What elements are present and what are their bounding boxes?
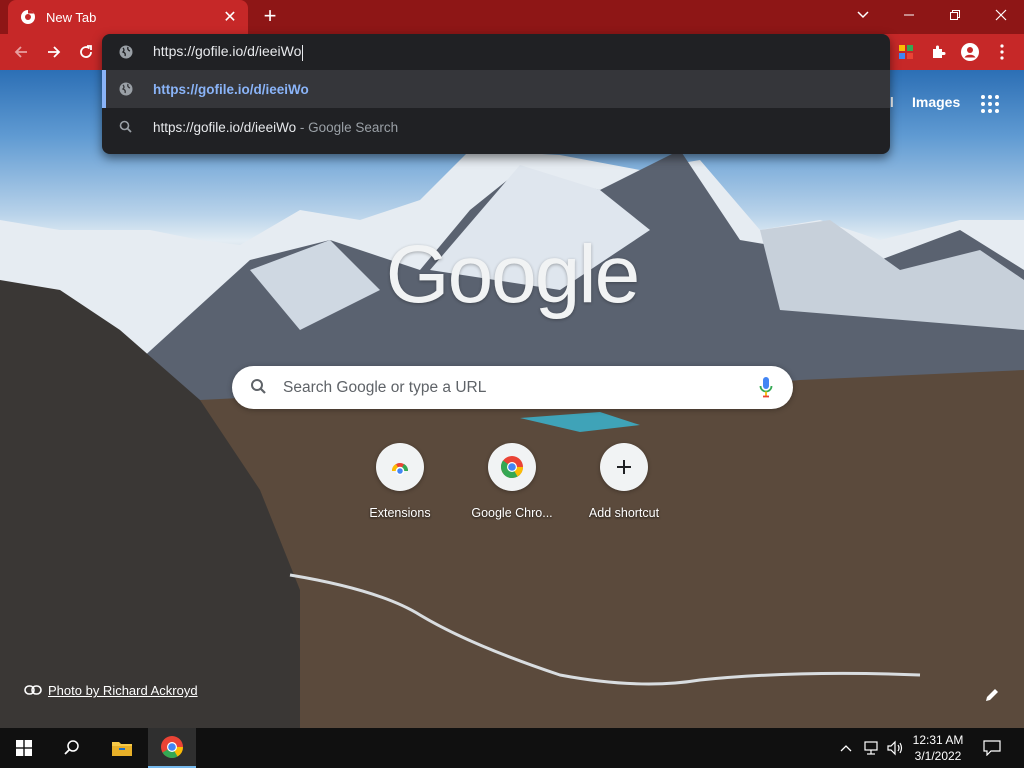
window-close-icon[interactable] [978,0,1024,30]
photo-credit-link[interactable]: Photo by Richard Ackroyd [48,683,198,698]
photo-credit: Photo by Richard Ackroyd [24,683,198,698]
windows-start-icon[interactable] [0,728,48,768]
minimize-icon[interactable] [886,0,932,30]
shortcut-label: Add shortcut [588,506,660,520]
search-icon [118,119,134,135]
text-caret [302,44,304,61]
volume-icon[interactable] [884,728,906,768]
reload-icon[interactable] [74,40,98,64]
network-icon[interactable] [860,728,882,768]
search-icon[interactable] [48,728,96,768]
plus-icon [600,443,648,491]
shortcut-extensions[interactable]: Extensions [344,443,456,533]
globe-icon [118,44,134,60]
file-explorer-icon[interactable] [98,728,146,768]
search-placeholder: Search Google or type a URL [283,378,487,396]
google-apps-icon[interactable] [980,94,1000,114]
chrome-icon [488,443,536,491]
tab-new-tab[interactable]: New Tab ✕ [8,0,248,34]
extensions-icon[interactable] [928,42,948,62]
omnibox-dropdown: https://gofile.io/d/ieeiWo https://gofil… [102,34,890,154]
new-tab-page: il Images Google Search Google or type a… [0,70,1024,728]
microphone-icon[interactable] [759,376,773,398]
link-icon [24,683,42,698]
shortcut-add[interactable]: Add shortcut [568,443,680,533]
clock-date: 3/1/2022 [914,749,962,763]
shortcut-label: Google Chro... [471,506,553,520]
clock-time: 12:31 AM [912,733,964,747]
tab-search-icon[interactable] [840,0,886,30]
shortcut-google-chrome[interactable]: Google Chro... [456,443,568,533]
suggestion-url-text: https://gofile.io/d/ieeiWo [153,81,309,97]
omnibox-input-text: https://gofile.io/d/ieeiWo [153,43,302,60]
restore-icon[interactable] [932,0,978,30]
back-icon[interactable] [9,40,33,64]
system-clock[interactable]: 12:31 AM 3/1/2022 [908,732,968,764]
taskbar: 12:31 AM 3/1/2022 [0,728,1024,768]
shortcut-label: Extensions [369,506,431,520]
show-hidden-icons-chevron-icon[interactable] [836,728,856,768]
tab-title: New Tab [46,9,97,25]
forward-icon[interactable] [42,40,66,64]
suggestion-search-suffix: - Google Search [296,119,399,135]
chrome-favicon-icon [20,9,36,25]
profile-avatar-icon[interactable] [960,42,980,62]
suggestion-search-text: https://gofile.io/d/ieeiWo [153,119,297,135]
suggestion-url[interactable]: https://gofile.io/d/ieeiWo [102,70,890,108]
chrome-taskbar-icon[interactable] [148,728,196,768]
new-tab-button[interactable]: + [258,5,282,29]
menu-kebab-icon[interactable] [992,42,1012,62]
google-logo: Google [385,229,640,320]
extension-puzzle-colorful-icon[interactable] [896,42,916,62]
globe-icon [118,81,134,97]
tab-strip: New Tab ✕ + [0,0,1024,34]
customize-pencil-icon[interactable] [984,687,1000,703]
search-icon [250,378,268,396]
suggestion-search[interactable]: https://gofile.io/d/ieeiWo - Google Sear… [102,108,890,146]
images-link[interactable]: Images [912,94,960,110]
tab-close-icon[interactable]: ✕ [222,7,238,27]
omnibox-input[interactable]: https://gofile.io/d/ieeiWo [102,34,890,70]
notification-center-icon[interactable] [978,728,1006,768]
extensions-icon [376,443,424,491]
search-box[interactable]: Search Google or type a URL [232,366,793,409]
